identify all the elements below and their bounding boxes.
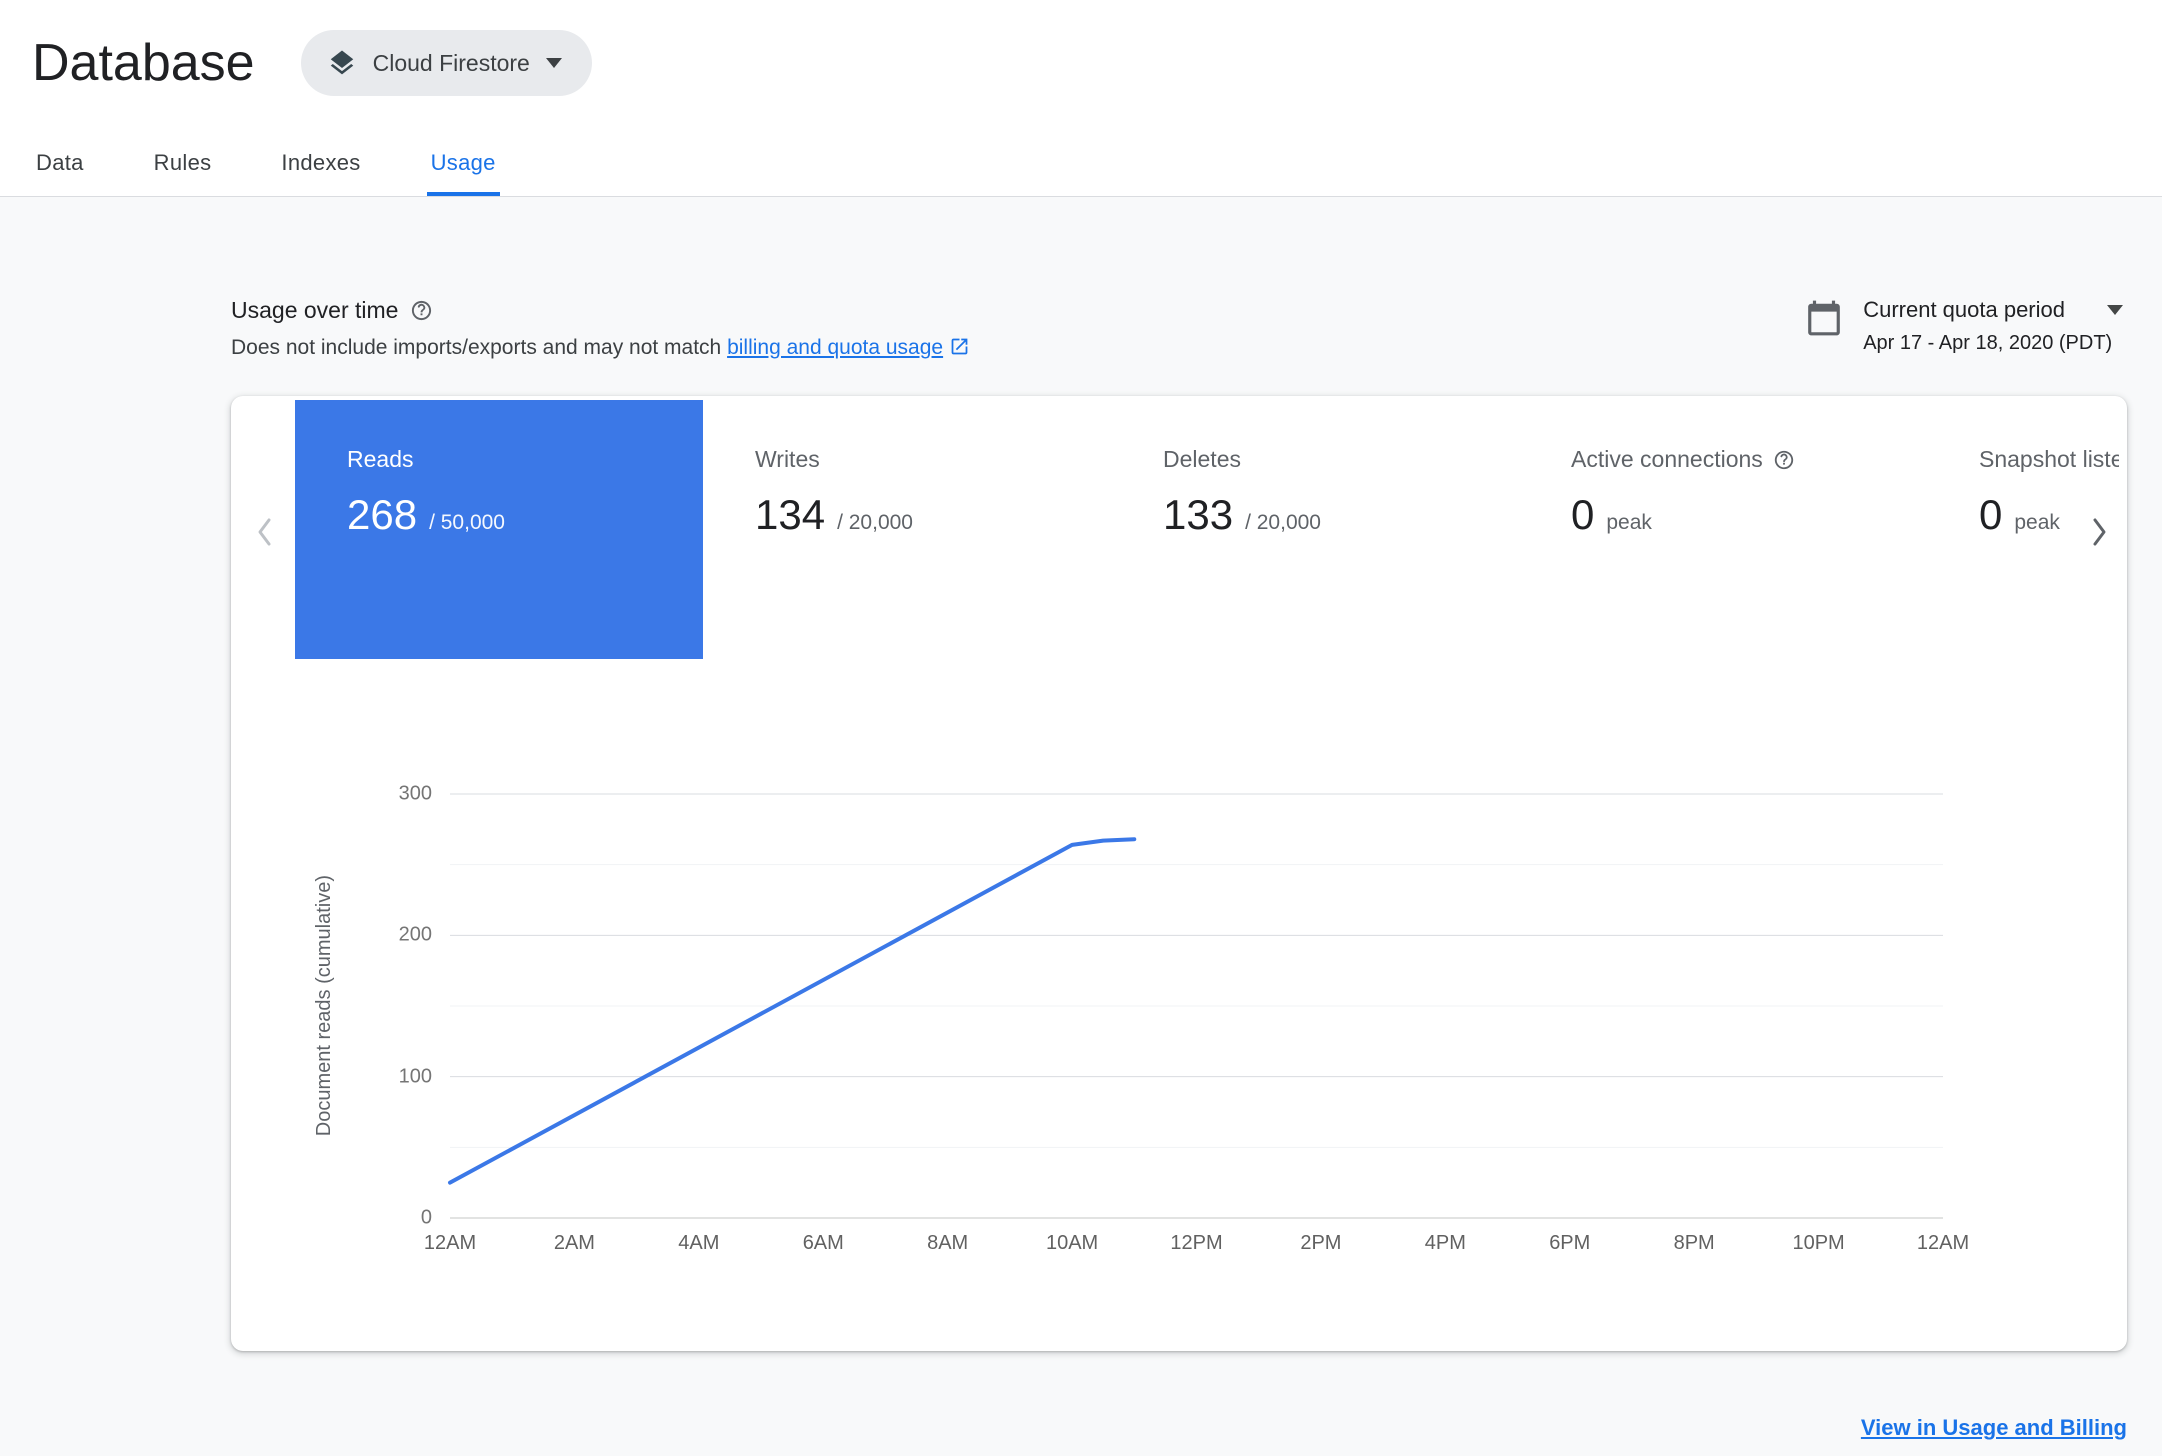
tab-usage[interactable]: Usage [426, 142, 500, 196]
tab-bar: Data Rules Indexes Usage [0, 142, 2162, 197]
footer-link-row: View in Usage and Billing [231, 1415, 2127, 1456]
x-tick-label: 12PM [1170, 1232, 1223, 1254]
x-tick-label: 12AM [423, 1232, 477, 1254]
page-header: Database Cloud Firestore Data Rules Inde… [0, 0, 2162, 197]
quota-period-selector[interactable]: Current quota period Apr 17 - Apr 18, 20… [1863, 297, 2123, 355]
quota-period-range: Apr 17 - Apr 18, 2020 (PDT) [1863, 332, 2113, 354]
usage-line-chart: 0 100 200 300 12AM 2AM 4AM 6AM 8AM 10AM 12PM 2PM 4PM… [399, 783, 1970, 1255]
metric-label: Snapshot listeners [1979, 446, 2119, 472]
metric-tile-reads[interactable]: Reads 268 / 50,000 [295, 400, 703, 659]
product-selector-label: Cloud Firestore [372, 49, 530, 76]
metric-tile-snapshot-listeners[interactable]: Snapshot listeners 0 peak [1927, 400, 2127, 659]
product-selector[interactable]: Cloud Firestore [300, 30, 592, 96]
firestore-icon [327, 48, 357, 78]
y-tick-label: 200 [398, 923, 432, 946]
x-tick-label: 10PM [1792, 1232, 1845, 1254]
metric-value: 0 [1979, 491, 2003, 538]
metric-tile-active-connections[interactable]: Active connections 0 peak [1519, 400, 1927, 659]
calendar-icon [1805, 299, 1843, 337]
metric-value: 134 [755, 491, 826, 538]
x-tick-label: 4PM [1424, 1232, 1466, 1254]
x-tick-label: 2PM [1300, 1232, 1342, 1254]
view-usage-billing-link[interactable]: View in Usage and Billing [1861, 1415, 2127, 1440]
metric-value: 268 [347, 491, 418, 538]
metric-tile-writes[interactable]: Writes 134 / 20,000 [703, 400, 1111, 659]
content-area: Usage over time Does not include imports… [0, 197, 2162, 1456]
metric-label: Deletes [1163, 446, 1241, 472]
subtitle-text: Does not include imports/exports and may… [231, 336, 728, 359]
usage-heading-block: Usage over time Does not include imports… [231, 297, 970, 360]
y-tick-label: 300 [398, 782, 432, 805]
metric-limit: / 20,000 [837, 511, 913, 534]
metric-limit: / 50,000 [429, 511, 505, 534]
usage-section-header: Usage over time Does not include imports… [231, 297, 2127, 360]
x-tick-label: 6AM [802, 1232, 844, 1254]
x-tick-label: 2AM [553, 1232, 595, 1254]
chevron-down-icon [545, 58, 562, 68]
x-tick-label: 4AM [678, 1232, 720, 1254]
y-tick-label: 100 [398, 1065, 432, 1088]
metric-value: 0 [1571, 491, 1595, 538]
metric-label: Reads [347, 446, 414, 472]
metric-peak: peak [1606, 511, 1652, 534]
usage-subtitle: Does not include imports/exports and may… [231, 336, 970, 360]
x-tick-label: 10AM [1045, 1232, 1099, 1254]
quota-period-label: Current quota period [1863, 297, 2065, 322]
metric-label: Active connections [1571, 446, 1763, 472]
prev-metrics-button[interactable] [241, 508, 289, 556]
chevron-down-icon [2107, 305, 2123, 315]
tab-rules[interactable]: Rules [150, 142, 216, 196]
y-axis-title: Document reads (cumulative) [312, 875, 335, 1137]
tab-data[interactable]: Data [32, 142, 88, 196]
section-title: Usage over time [231, 297, 399, 323]
usage-card: Reads 268 / 50,000 Writes 134 / 20,000 D… [231, 396, 2127, 1351]
metric-peak: peak [2014, 511, 2060, 534]
metric-value: 133 [1163, 491, 1234, 538]
metric-tile-deletes[interactable]: Deletes 133 / 20,000 [1111, 400, 1519, 659]
metric-limit: / 20,000 [1245, 511, 1321, 534]
billing-quota-link[interactable]: billing and quota usage [727, 336, 943, 359]
quota-period-controls: Current quota period Apr 17 - Apr 18, 20… [1805, 297, 2127, 355]
metric-label: Writes [755, 446, 820, 472]
help-icon[interactable] [1773, 449, 1795, 471]
page-title: Database [32, 34, 255, 92]
x-tick-label: 8PM [1673, 1232, 1715, 1254]
y-tick-label: 0 [420, 1206, 432, 1229]
x-tick-label: 8AM [927, 1232, 969, 1254]
tab-indexes[interactable]: Indexes [277, 142, 364, 196]
metric-tiles: Reads 268 / 50,000 Writes 134 / 20,000 D… [295, 400, 2127, 659]
help-icon[interactable] [410, 299, 433, 322]
x-tick-label: 6PM [1549, 1232, 1591, 1254]
x-tick-label: 12AM [1916, 1232, 1970, 1254]
title-row: Database Cloud Firestore [0, 30, 2162, 96]
external-link-icon [951, 338, 968, 355]
